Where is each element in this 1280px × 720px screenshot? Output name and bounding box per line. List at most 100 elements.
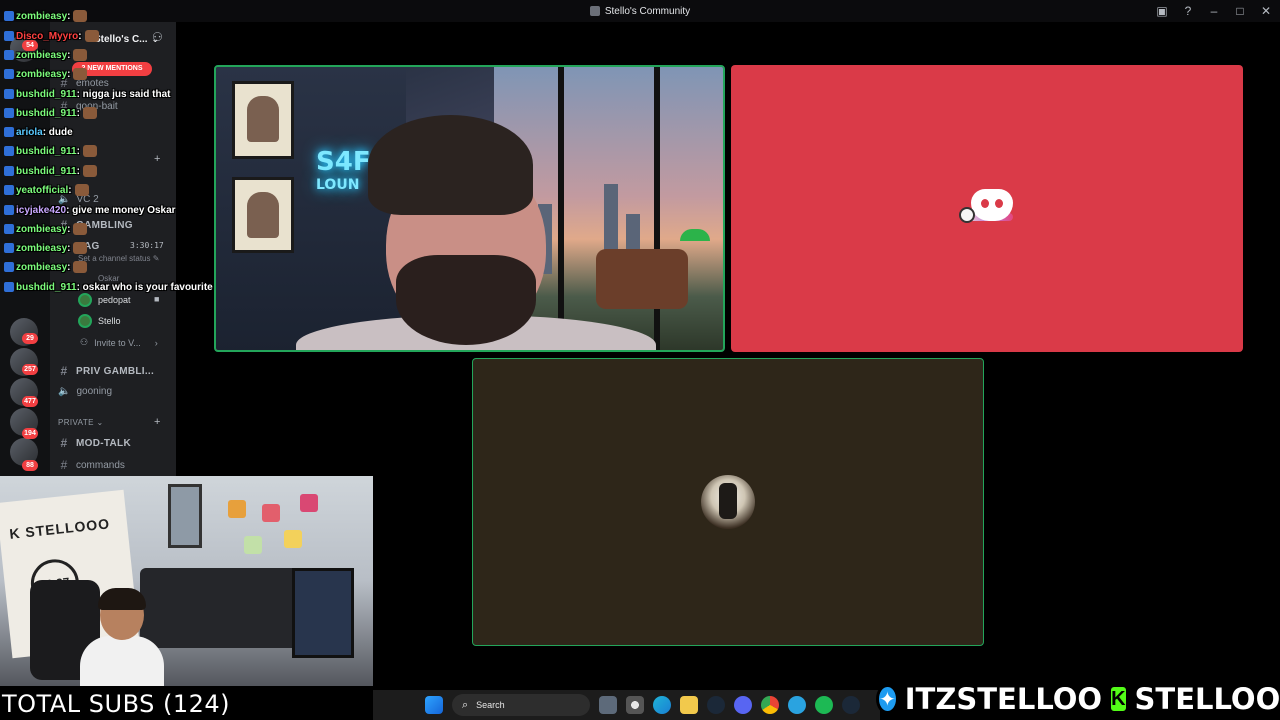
chat-username: zombieasy xyxy=(16,10,68,22)
chat-message: bushdid_911 : oskar who is your favourit… xyxy=(4,279,233,295)
chat-message: yeatofficial : xyxy=(4,182,89,198)
search-placeholder: Search xyxy=(476,700,505,710)
streamer xyxy=(80,588,164,686)
chat-username: bushdid_911 xyxy=(16,107,77,119)
chat-emote-icon xyxy=(73,49,88,61)
twitter-handle: ITZSTELLOO xyxy=(904,682,1103,716)
chat-username: icyjake420 xyxy=(16,204,67,216)
chat-text: : xyxy=(67,49,71,61)
chat-emote-icon xyxy=(82,165,97,177)
chat-emote-icon xyxy=(73,10,88,22)
help-icon[interactable]: ? xyxy=(1182,3,1194,19)
subscriber-badge-icon xyxy=(4,89,14,99)
windows-start-icon[interactable] xyxy=(425,696,443,714)
minimize-icon[interactable]: – xyxy=(1208,3,1220,19)
channel-mod-talk[interactable]: # MOD-TALK xyxy=(58,436,131,450)
channel-label: MOD-TALK xyxy=(76,437,131,449)
invite-to-voice[interactable]: ⚇ Invite to V... › xyxy=(80,337,158,348)
wall-art xyxy=(262,504,280,522)
chat-text: : xyxy=(76,107,80,119)
chat-emote-icon xyxy=(73,68,88,80)
chat-username: zombieasy xyxy=(16,49,68,61)
video-tile-camera[interactable]: S4F LOUN xyxy=(214,65,725,352)
chat-message: icyjake420 : give me money Oskar xyxy=(4,202,176,218)
category-private[interactable]: PRIVATE ⌄ xyxy=(58,418,104,427)
taskbar-search[interactable]: ⌕ Search xyxy=(452,694,590,716)
subscriber-badge-icon xyxy=(4,282,14,292)
chat-text: : oskar who is your favourite bbc xyxy=(76,281,234,293)
channel-priv-gambling[interactable]: # PRIV GAMBLI... xyxy=(58,364,154,378)
chat-emote-icon xyxy=(73,223,88,235)
chat-text: : xyxy=(67,261,71,273)
steam-icon-2[interactable] xyxy=(842,696,860,714)
wall-art xyxy=(284,530,302,548)
channel-label: commands xyxy=(76,459,125,471)
server-badge: 88 xyxy=(22,460,38,471)
server-icon xyxy=(589,6,600,16)
server-badge: 29 xyxy=(22,333,38,344)
chat-message: bushdid_911 : xyxy=(4,163,97,179)
channel-label: PRIV GAMBLI... xyxy=(76,365,155,377)
telegram-icon[interactable] xyxy=(788,696,806,714)
server-badge: 477 xyxy=(22,396,38,407)
chrome-dev-icon[interactable] xyxy=(626,696,644,714)
chat-text: : nigga jus said that xyxy=(76,88,171,100)
chat-emote-icon xyxy=(74,184,89,196)
streamer-facecam: K STELLOOO 11.27 xyxy=(0,476,373,686)
window-controls: ▣ ? – □ ✕ xyxy=(1156,3,1272,19)
channel-label: gooning xyxy=(76,386,113,397)
chat-text: : xyxy=(67,242,71,254)
chat-message: zombieasy : xyxy=(4,259,88,275)
windows-taskbar: ⌕ Search xyxy=(373,690,880,720)
chat-username: bushdid_911 xyxy=(16,165,77,177)
hash-icon: # xyxy=(60,436,68,450)
chat-text: : xyxy=(67,10,71,22)
chat-message: zombieasy : xyxy=(4,8,88,24)
subscriber-badge-icon xyxy=(4,127,14,137)
chrome-icon[interactable] xyxy=(761,696,779,714)
wall-art xyxy=(228,500,246,518)
subscriber-badge-icon xyxy=(4,185,14,195)
search-icon: ⌕ xyxy=(462,698,469,711)
discord-logo-icon xyxy=(957,185,1017,233)
video-tile-avatar-brown[interactable] xyxy=(472,358,984,646)
subscriber-badge-icon xyxy=(4,108,14,118)
channel-commands[interactable]: # commands xyxy=(58,458,125,472)
widgets-icon[interactable] xyxy=(599,696,617,714)
chat-text: : xyxy=(67,68,71,80)
monitor xyxy=(292,568,354,658)
subscriber-badge-icon xyxy=(4,69,14,79)
file-explorer-icon[interactable] xyxy=(680,696,698,714)
chat-emote-icon xyxy=(73,242,88,254)
chat-emote-icon xyxy=(73,261,88,273)
steam-icon[interactable] xyxy=(707,696,725,714)
chat-text: : give me money Oskar xyxy=(66,204,176,216)
add-channel-icon[interactable]: + xyxy=(154,416,160,428)
twitter-bird-icon: ✦ xyxy=(876,684,899,714)
spotify-icon[interactable] xyxy=(815,696,833,714)
video-tile-avatar-red[interactable] xyxy=(731,65,1243,352)
lamp xyxy=(680,229,710,241)
chat-text: : xyxy=(67,223,71,235)
inbox-icon[interactable]: ▣ xyxy=(1156,3,1168,19)
participant-avatar xyxy=(701,475,755,529)
wall-frame xyxy=(232,81,294,159)
maximize-icon[interactable]: □ xyxy=(1234,3,1246,19)
chat-message: bushdid_911 : xyxy=(4,105,97,121)
chat-username: bushdid_911 xyxy=(16,281,77,293)
chat-message: ariola : dude xyxy=(4,124,73,140)
server-badge: 257 xyxy=(22,364,38,375)
subscriber-badge-icon xyxy=(4,205,14,215)
close-icon[interactable]: ✕ xyxy=(1260,3,1272,19)
wall-art xyxy=(244,536,262,554)
channel-gooning[interactable]: 🔈 gooning xyxy=(58,386,112,397)
discord-icon[interactable] xyxy=(734,696,752,714)
subscriber-badge-icon xyxy=(4,11,14,21)
edge-icon[interactable] xyxy=(653,696,671,714)
chat-username: bushdid_911 xyxy=(16,145,77,157)
vc-user-stello[interactable]: Stello xyxy=(78,314,121,328)
subscriber-badge-icon xyxy=(4,224,14,234)
kick-handle: STELLOOO xyxy=(1134,682,1280,716)
window-title: Stello's Community xyxy=(589,6,690,17)
sign-text: K STELLOOO xyxy=(8,515,111,542)
